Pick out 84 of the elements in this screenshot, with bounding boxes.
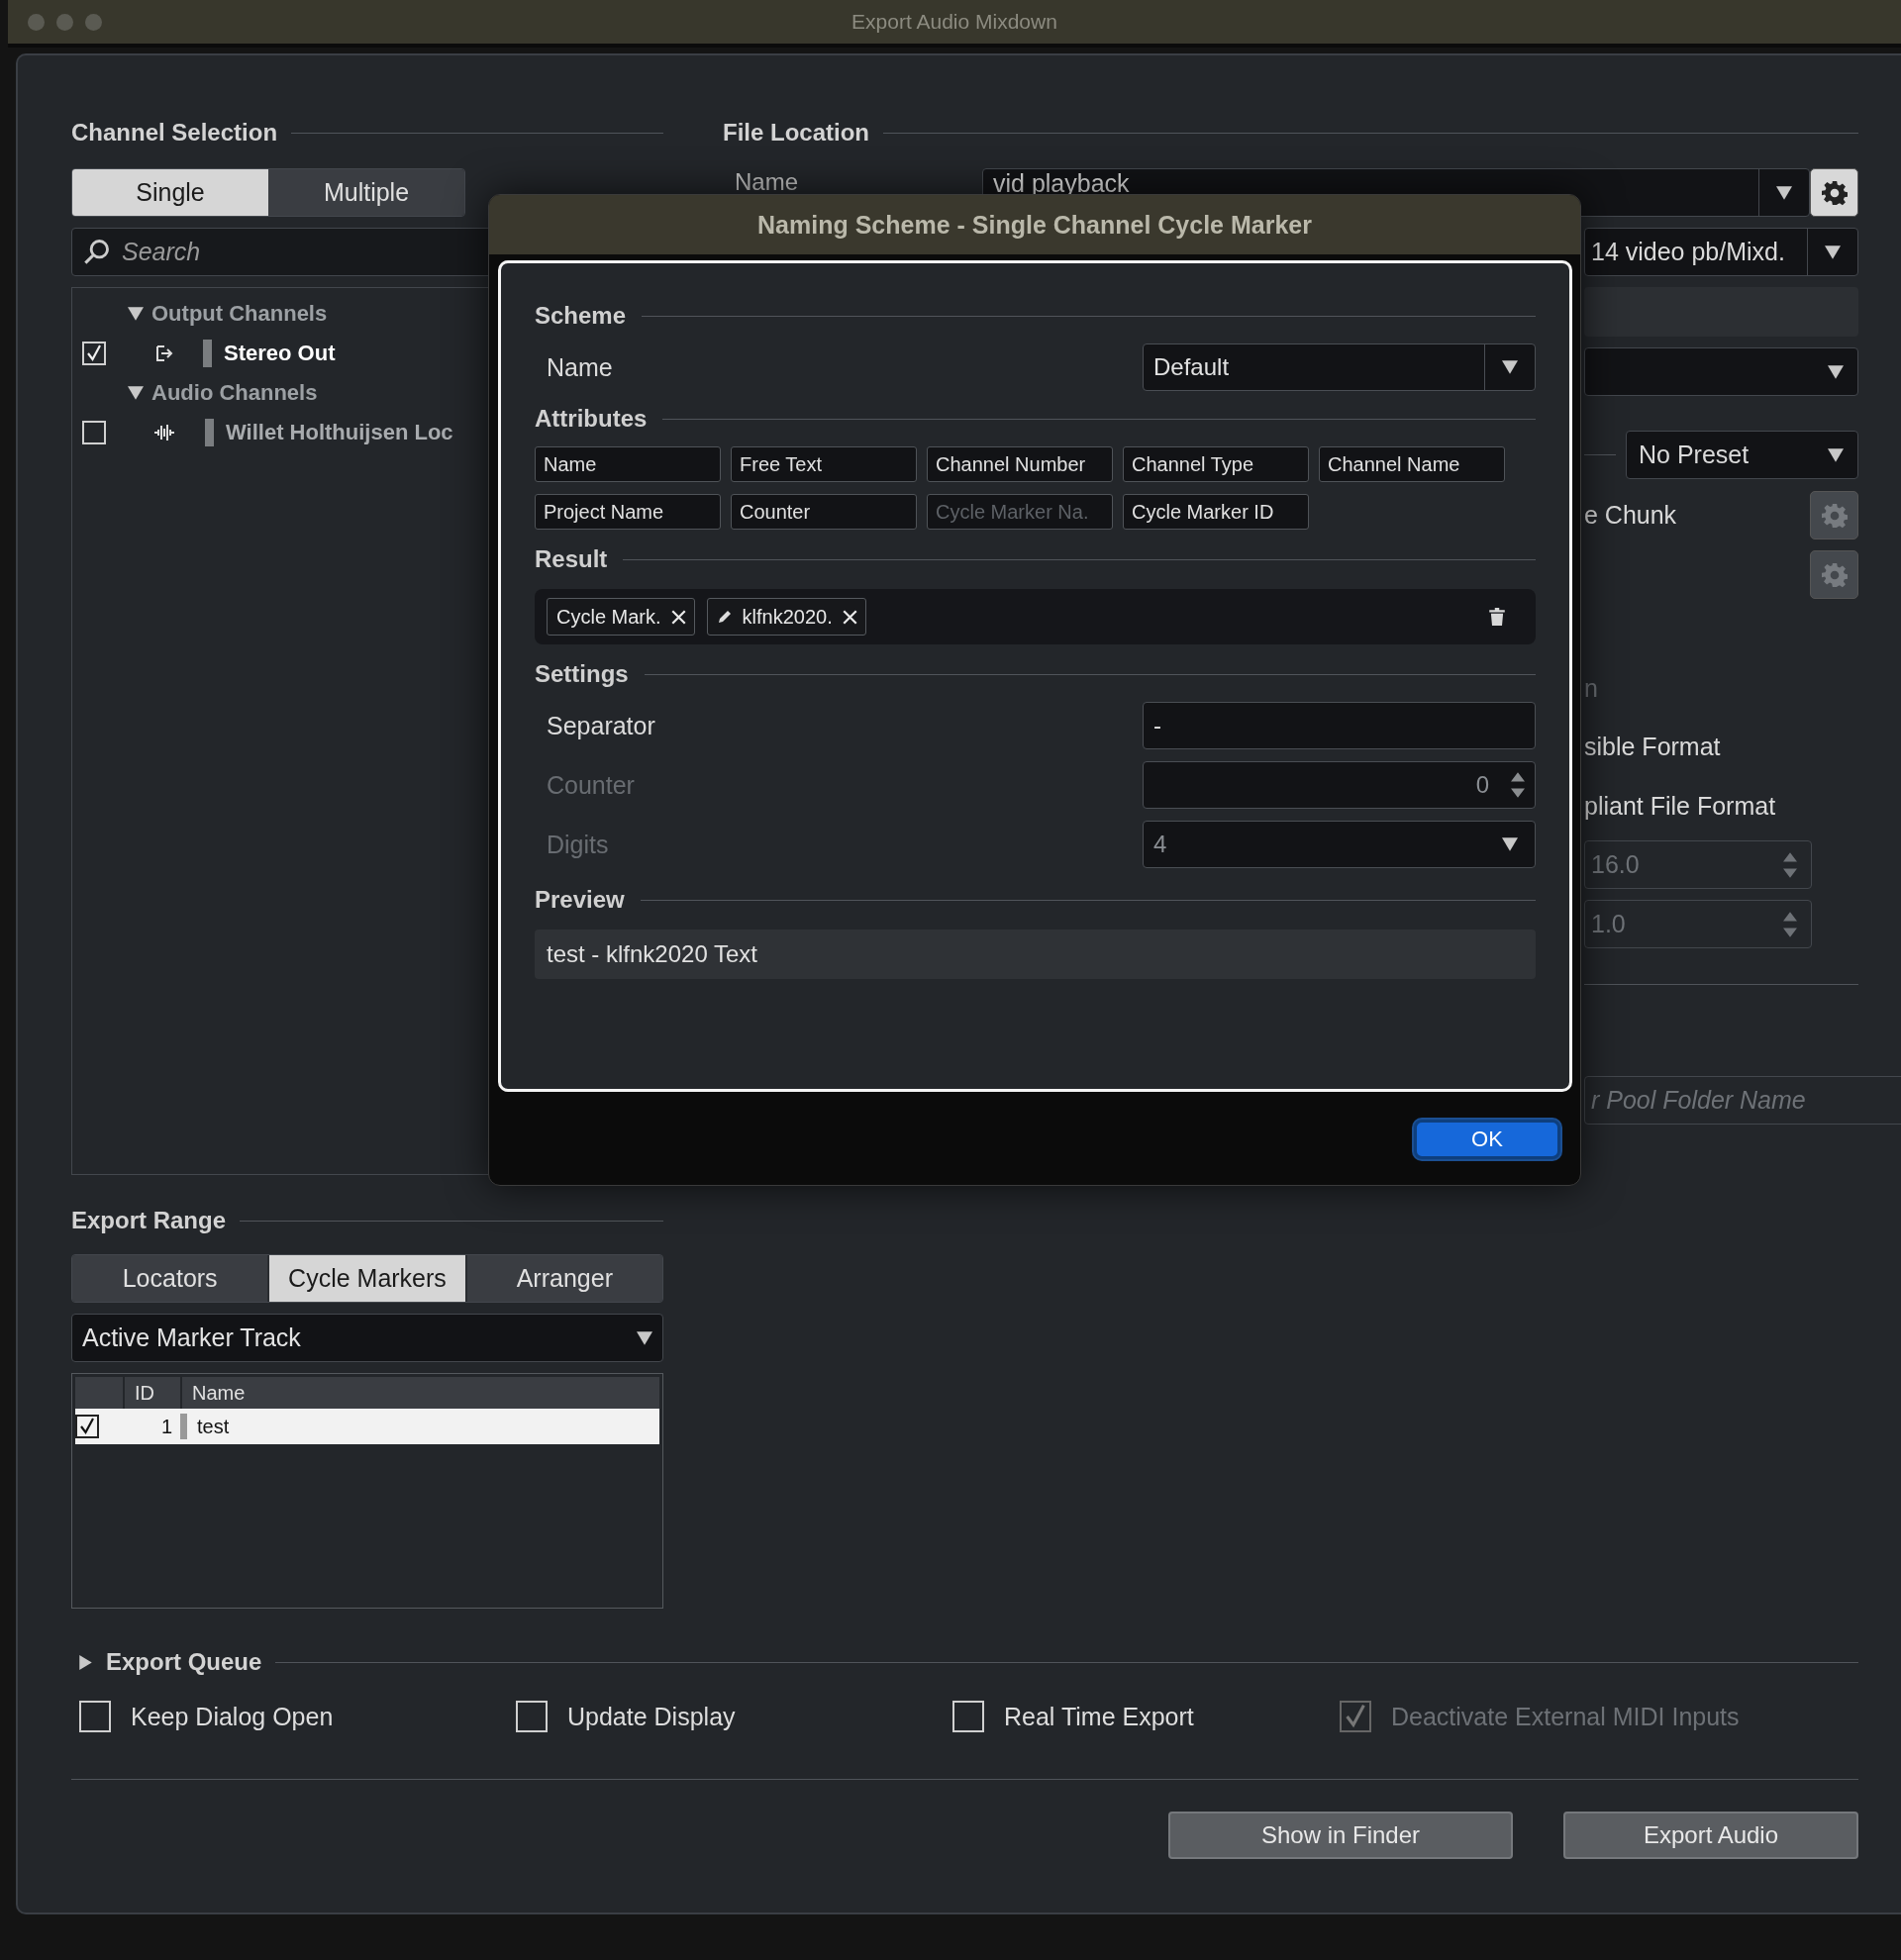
section-heading: Export Range <box>71 1207 227 1234</box>
mode-tab[interactable]: Multiple <box>268 169 464 216</box>
range-tab[interactable]: Locators <box>72 1255 268 1302</box>
option-label: pliant File Format <box>1584 792 1776 821</box>
gear-icon <box>1821 502 1848 529</box>
checkbox[interactable] <box>75 1415 99 1438</box>
attribute-chip[interactable]: Channel Name <box>1319 446 1505 482</box>
mode-tab[interactable]: Single <box>72 169 268 216</box>
result-token[interactable]: Cycle Mark. <box>547 598 695 636</box>
expand-triangle-icon <box>128 307 144 321</box>
field-label: Separator <box>546 711 655 740</box>
settings-button[interactable] <box>1810 168 1858 217</box>
track-strip <box>203 340 212 367</box>
spin-arrows-icon <box>1511 772 1525 798</box>
scheme-dropdown[interactable]: Default <box>1143 343 1536 391</box>
caret-icon <box>1776 185 1792 200</box>
option-label: n <box>1584 674 1598 703</box>
field-label: Name <box>734 169 800 194</box>
section-heading: Export Queue <box>106 1648 262 1676</box>
attribute-chip[interactable]: Free Text <box>731 446 917 482</box>
attribute-chip[interactable]: Cycle Marker ID <box>1123 494 1309 530</box>
section-heading: Attributes <box>535 405 648 433</box>
group-label[interactable]: Output Channels <box>151 301 328 327</box>
caret-icon <box>1502 837 1518 851</box>
action-button[interactable]: Export Audio <box>1563 1812 1858 1859</box>
option-label: e Chunk <box>1584 501 1677 530</box>
spin-arrows-icon <box>1783 851 1797 878</box>
path-field[interactable]: 14 video pb/Mixd. <box>1584 228 1858 276</box>
attribute-chip[interactable]: Project Name <box>535 494 721 530</box>
field-label: Digits <box>546 830 609 859</box>
result-token[interactable]: klfnk2020. <box>706 598 866 636</box>
field-label: Counter <box>546 770 635 800</box>
waveform-icon <box>153 424 175 441</box>
range-tab[interactable]: Cycle Markers <box>269 1255 465 1302</box>
caret-icon <box>1825 245 1841 259</box>
trash-icon[interactable] <box>1488 607 1506 627</box>
section-heading: Settings <box>535 660 629 688</box>
spin-arrows-icon <box>1783 911 1797 937</box>
range-tab[interactable]: Arranger <box>466 1255 662 1302</box>
section-heading: File Location <box>723 119 869 147</box>
close-icon[interactable] <box>670 609 686 625</box>
section-heading: Channel Selection <box>71 119 278 147</box>
attribute-chip[interactable]: Name <box>535 446 721 482</box>
color-strip <box>180 1414 187 1439</box>
table-row[interactable]: 1 test <box>75 1409 659 1444</box>
section-heading: Preview <box>535 886 625 914</box>
group-label[interactable]: Audio Channels <box>151 380 318 406</box>
gear-icon <box>1821 561 1848 588</box>
option-label: Deactivate External MIDI Inputs <box>1391 1702 1740 1731</box>
search-icon <box>83 238 111 265</box>
preview-text: test - klfnk2020 Text <box>535 930 1536 979</box>
option-label: Update Display <box>567 1702 736 1731</box>
close-icon[interactable] <box>842 609 857 625</box>
separator-field[interactable]: - <box>1143 702 1536 749</box>
section-heading: Scheme <box>535 302 627 330</box>
option-label: Real Time Export <box>1004 1702 1194 1731</box>
table-cell-text: 1 <box>159 1415 173 1438</box>
option-label: Keep Dialog Open <box>131 1702 334 1731</box>
pencil-icon <box>716 609 733 625</box>
track-strip <box>205 419 214 446</box>
option-label: sible Format <box>1584 733 1721 761</box>
caret-icon <box>1502 360 1518 374</box>
output-icon <box>155 344 173 362</box>
table-cell: test <box>197 1415 230 1438</box>
caret-icon <box>1828 447 1844 462</box>
attribute-chip[interactable]: Channel Number <box>927 446 1113 482</box>
ok-button[interactable]: OK <box>1414 1120 1560 1159</box>
attribute-chip[interactable]: Counter <box>731 494 917 530</box>
source-dropdown[interactable]: Active Marker Track <box>71 1314 663 1362</box>
section-heading: Result <box>535 545 608 573</box>
expand-triangle-icon <box>128 386 144 400</box>
caret-icon <box>1828 364 1844 379</box>
field-label: Name <box>546 352 613 382</box>
attribute-chip[interactable]: Channel Type <box>1123 446 1309 482</box>
window-title: Export Audio Mixdown <box>851 10 1057 33</box>
expand-triangle-icon[interactable] <box>79 1654 92 1670</box>
channel-label[interactable]: Willet Holthuijsen Loc <box>226 420 453 445</box>
pool-folder-field[interactable]: r Pool Folder Name <box>1584 1076 1901 1125</box>
preset-dropdown[interactable]: No Preset <box>1626 431 1858 479</box>
gear-icon <box>1821 179 1848 206</box>
channel-label[interactable]: Stereo Out <box>224 341 336 366</box>
column-header: Name <box>191 1381 246 1405</box>
caret-icon <box>637 1330 652 1345</box>
action-button[interactable]: Show in Finder <box>1168 1812 1513 1859</box>
